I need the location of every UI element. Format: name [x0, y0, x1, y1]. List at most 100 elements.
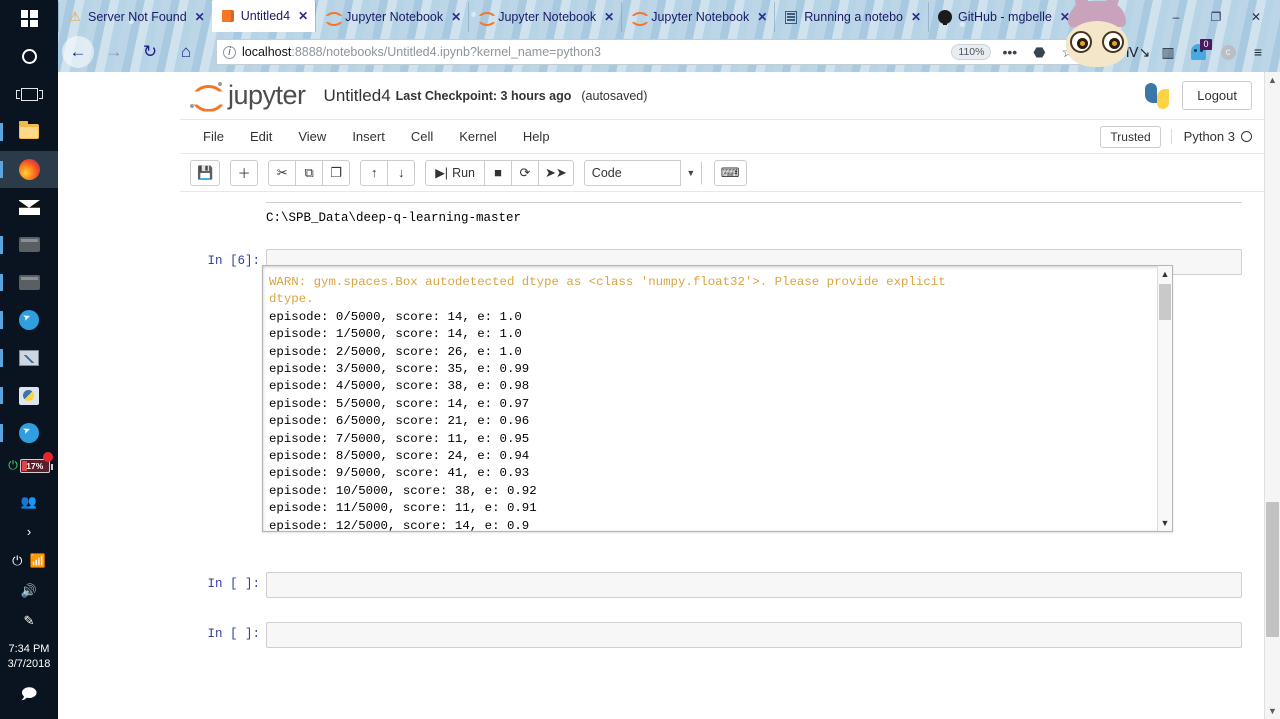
battery-tray-icon[interactable]: ⏻ 📶 [0, 546, 58, 576]
firefox-icon[interactable] [0, 150, 58, 189]
notebook-name[interactable]: Untitled4 [324, 86, 391, 106]
tab-jupyter-notebook-2[interactable]: Jupyter Notebook ✕ [468, 2, 621, 32]
telegram-icon-2[interactable] [0, 414, 58, 452]
cut-button[interactable]: ✂ [268, 159, 297, 186]
pen-icon[interactable]: ✎ [0, 606, 58, 636]
cell-output-scroll-area[interactable]: WARN: gym.spaces.Box autodetected dtype … [262, 265, 1173, 532]
terminal-icon-1[interactable] [0, 226, 58, 264]
code-cell-empty-1[interactable]: In [ ]: [180, 568, 1264, 602]
paste-button[interactable]: ❐ [322, 159, 351, 186]
new-tab-button[interactable]: + [1077, 2, 1112, 32]
output-scrollbar[interactable]: ▲ ▼ [1157, 266, 1172, 531]
code-input-area[interactable] [266, 622, 1242, 648]
trusted-badge[interactable]: Trusted [1100, 125, 1161, 148]
sidebar-icon[interactable]: ▥ [1154, 38, 1182, 66]
file-explorer-icon[interactable] [0, 113, 58, 151]
tab-close-icon[interactable]: ✕ [1060, 10, 1070, 24]
tab-close-icon[interactable]: ✕ [298, 9, 308, 23]
notifications-icon[interactable]: 🗩 [21, 680, 38, 719]
zoom-level-badge[interactable]: 110% [951, 44, 992, 60]
tab-close-icon[interactable]: ✕ [911, 10, 921, 24]
ghostery-extension-icon[interactable]: 0 [1184, 38, 1212, 66]
page-scrollbar[interactable]: ▲ ▼ [1264, 72, 1280, 719]
jupyter-logo-icon[interactable] [188, 81, 228, 110]
back-button[interactable]: ← [62, 36, 94, 68]
circle-glyph-icon: c [1220, 44, 1236, 60]
move-cell-down-button[interactable]: ↓ [387, 159, 416, 186]
people-icon[interactable]: 👥 [0, 487, 58, 517]
bookmark-star-icon[interactable]: ☆ [1056, 44, 1079, 61]
volume-icon[interactable]: 🔊 [0, 576, 58, 606]
reload-button[interactable]: ↻ [134, 36, 166, 68]
page-scroll-down-icon[interactable]: ▼ [1265, 703, 1280, 719]
insert-cell-below-button[interactable]: ＋ [230, 159, 259, 186]
telegram-icon-1[interactable] [0, 301, 58, 339]
chevron-down-icon[interactable]: ▼ [679, 159, 701, 186]
restart-run-all-button[interactable]: ➤➤ [538, 159, 574, 186]
downloads-icon[interactable]: ⬇ [1094, 38, 1122, 66]
page-info-icon[interactable]: i [223, 45, 236, 59]
copy-button[interactable]: ⧉ [295, 159, 324, 186]
tab-jupyter-notebook-3[interactable]: Jupyter Notebook ✕ [621, 2, 774, 32]
tab-close-icon[interactable]: ✕ [757, 10, 767, 24]
menu-help[interactable]: Help [510, 123, 563, 150]
menu-cell[interactable]: Cell [398, 123, 446, 150]
tracking-shield-icon[interactable]: ⬣ [1028, 44, 1050, 61]
tab-close-icon[interactable]: ✕ [451, 10, 461, 24]
terminal-icon-2[interactable] [0, 264, 58, 302]
interrupt-kernel-button[interactable]: ■ [484, 159, 512, 186]
output-scroll-down-icon[interactable]: ▼ [1158, 515, 1172, 531]
chart-app-icon[interactable] [0, 339, 58, 377]
tab-github[interactable]: GitHub - mgbelle ✕ [928, 2, 1077, 32]
forward-button[interactable]: → [98, 36, 130, 68]
show-hidden-icons-chevron[interactable]: › [0, 517, 58, 546]
start-button[interactable] [0, 0, 58, 38]
code-cell-empty-2[interactable]: In [ ]: [180, 618, 1264, 652]
minimize-button[interactable]: – [1156, 2, 1196, 32]
code-input-area[interactable] [266, 572, 1242, 598]
home-button[interactable]: ⌂ [170, 36, 202, 68]
menu-insert[interactable]: Insert [339, 123, 398, 150]
tab-running-a-notebook[interactable]: Running a notebo ✕ [774, 2, 928, 32]
mail-icon[interactable] [0, 188, 58, 226]
menu-kernel[interactable]: Kernel [446, 123, 510, 150]
page-scroll-up-icon[interactable]: ▲ [1265, 72, 1280, 88]
hamburger-menu-icon[interactable]: ≡ [1244, 38, 1272, 66]
cell-type-select[interactable]: Code ▼ [583, 159, 702, 186]
save-button[interactable]: 💾 [190, 159, 221, 186]
task-view-icon[interactable] [0, 75, 58, 113]
logout-button[interactable]: Logout [1182, 81, 1252, 110]
page-actions-menu-icon[interactable]: ••• [997, 44, 1022, 60]
move-cell-up-button[interactable]: ↑ [360, 159, 389, 186]
tab-close-icon[interactable]: ✕ [604, 10, 614, 24]
output-episode-line: episode: 8/5000, score: 24, e: 0.94 [269, 449, 530, 464]
taskbar-clock[interactable]: 7:34 PM 3/7/2018 [8, 636, 51, 680]
restart-kernel-button[interactable]: ⟳ [511, 159, 539, 186]
envelope-icon [18, 199, 40, 215]
address-bar[interactable]: i localhost:8888/notebooks/Untitled4.ipy… [216, 39, 1086, 65]
tab-jupyter-notebook-1[interactable]: Jupyter Notebook ✕ [315, 2, 468, 32]
jupyter-wordmark[interactable]: jupyter [228, 80, 306, 111]
menu-file[interactable]: File [190, 123, 237, 150]
kernel-indicator[interactable]: Python 3 [1170, 129, 1252, 144]
url-text: localhost:8888/notebooks/Untitled4.ipynb… [242, 45, 945, 59]
extension-circle-icon[interactable]: c [1214, 38, 1242, 66]
menu-edit[interactable]: Edit [237, 123, 285, 150]
library-icon[interactable]: Ⅳ↘ [1124, 38, 1152, 66]
output-scrollbar-thumb[interactable] [1159, 284, 1171, 320]
tab-untitled4[interactable]: Untitled4 ✕ [211, 0, 316, 32]
tab-server-not-found[interactable]: ⚠ Server Not Found ✕ [58, 2, 212, 32]
keyboard-shortcuts-button[interactable]: ⌨ [713, 159, 747, 186]
python-idle-icon[interactable] [0, 377, 58, 415]
output-scroll-up-icon[interactable]: ▲ [1158, 266, 1172, 282]
restore-button[interactable]: ❐ [1196, 2, 1236, 32]
cortana-search-icon[interactable] [0, 38, 58, 76]
battery-status[interactable]: ⏻ 17% [8, 452, 53, 487]
prompt-in-empty: In [ ]: [207, 627, 260, 641]
jupyter-icon [325, 10, 339, 24]
tab-close-icon[interactable]: ✕ [195, 10, 205, 24]
close-window-button[interactable]: ✕ [1236, 2, 1276, 32]
menu-view[interactable]: View [285, 123, 339, 150]
page-scrollbar-thumb[interactable] [1266, 502, 1279, 637]
run-button[interactable]: ▶| Run [425, 159, 485, 186]
